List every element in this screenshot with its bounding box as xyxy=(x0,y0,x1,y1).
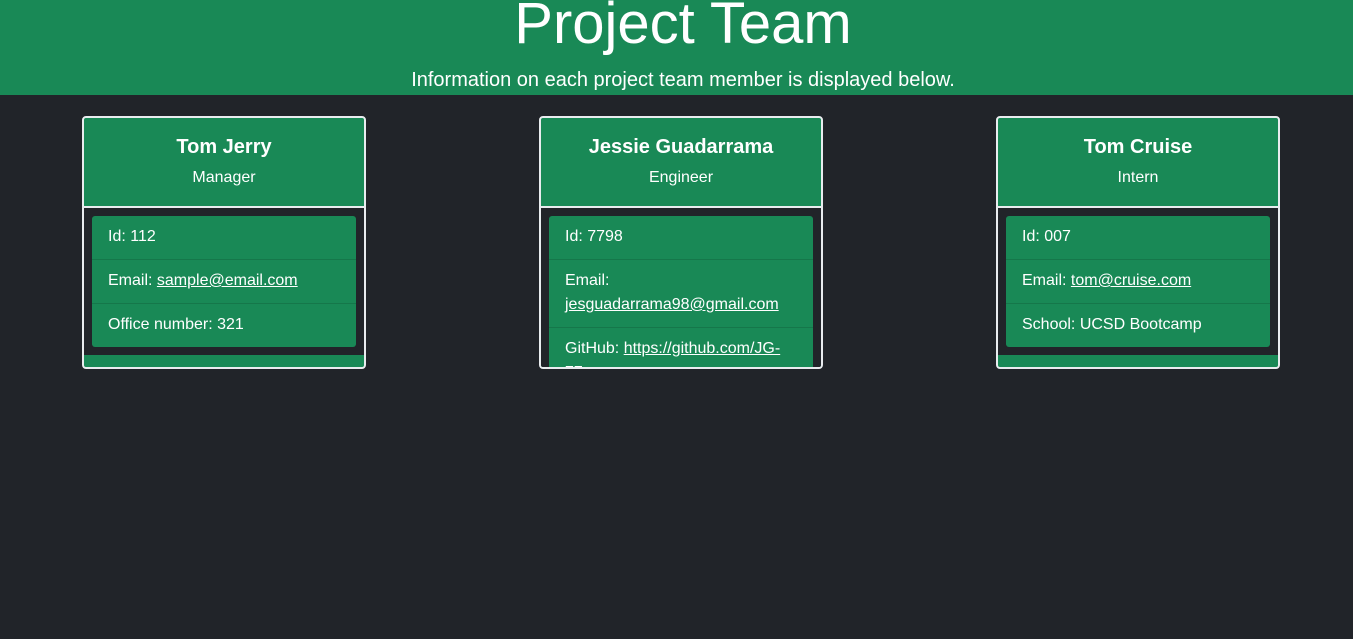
member-name: Tom Cruise xyxy=(1083,136,1193,158)
email-link[interactable]: tom@cruise.com xyxy=(1071,272,1191,289)
page-header: Project Team Information on each project… xyxy=(0,0,1353,95)
member-id: 7798 xyxy=(587,228,623,245)
email-label: Email: xyxy=(1022,272,1071,289)
page-title: Project Team xyxy=(514,0,852,56)
member-name: Tom Jerry xyxy=(176,136,272,158)
page-subtitle: Information on each project team member … xyxy=(411,69,955,91)
team-member-card-engineer: Jessie Guadarrama Engineer Id: 7798 Emai… xyxy=(539,116,823,369)
school-label: School: xyxy=(1022,316,1080,333)
member-email-item: Email: sample@email.com xyxy=(92,260,356,304)
member-email-item: Email: tom@cruise.com xyxy=(1006,260,1270,304)
office-number: 321 xyxy=(217,316,244,333)
member-details-list: Id: 112 Email: sample@email.com Office n… xyxy=(92,216,356,347)
member-id: 112 xyxy=(130,228,156,245)
office-label: Office number: xyxy=(108,316,218,333)
id-label: Id: xyxy=(565,228,588,245)
email-link[interactable]: sample@email.com xyxy=(157,272,298,289)
email-label: Email: xyxy=(108,272,157,289)
email-link[interactable]: jesguadarrama98@gmail.com xyxy=(565,296,779,313)
card-body: Id: 112 Email: sample@email.com Office n… xyxy=(84,208,364,355)
member-name: Jessie Guadarrama xyxy=(588,136,774,158)
card-body: Id: 7798 Email: jesguadarrama98@gmail.co… xyxy=(541,208,821,367)
member-id-item: Id: 112 xyxy=(92,216,356,260)
id-label: Id: xyxy=(1022,228,1045,245)
github-label: GitHub: xyxy=(565,340,624,357)
team-member-card-intern: Tom Cruise Intern Id: 007 Email: tom@cru… xyxy=(996,116,1280,369)
member-school-item: School: UCSD Bootcamp xyxy=(1006,304,1270,347)
member-details-list: Id: 007 Email: tom@cruise.com School: UC… xyxy=(1006,216,1270,347)
school-name: UCSD Bootcamp xyxy=(1079,316,1202,333)
id-label: Id: xyxy=(108,228,131,245)
member-office-item: Office number: 321 xyxy=(92,304,356,347)
member-role: Engineer xyxy=(648,169,714,186)
team-member-card-manager: Tom Jerry Manager Id: 112 Email: sample@… xyxy=(82,116,366,369)
member-id: 007 xyxy=(1044,228,1071,245)
card-header: Tom Cruise Intern xyxy=(998,118,1278,208)
member-email-item: Email: jesguadarrama98@gmail.com xyxy=(549,260,813,328)
member-github-item: GitHub: https://github.com/JG-77 xyxy=(549,328,813,367)
member-role: Intern xyxy=(1117,169,1159,186)
card-header: Jessie Guadarrama Engineer xyxy=(541,118,821,208)
member-id-item: Id: 007 xyxy=(1006,216,1270,260)
member-role: Manager xyxy=(192,169,256,186)
card-header: Tom Jerry Manager xyxy=(84,118,364,208)
member-id-item: Id: 7798 xyxy=(549,216,813,260)
card-body: Id: 007 Email: tom@cruise.com School: UC… xyxy=(998,208,1278,355)
member-details-list: Id: 7798 Email: jesguadarrama98@gmail.co… xyxy=(549,216,813,367)
email-label: Email: xyxy=(565,272,610,289)
